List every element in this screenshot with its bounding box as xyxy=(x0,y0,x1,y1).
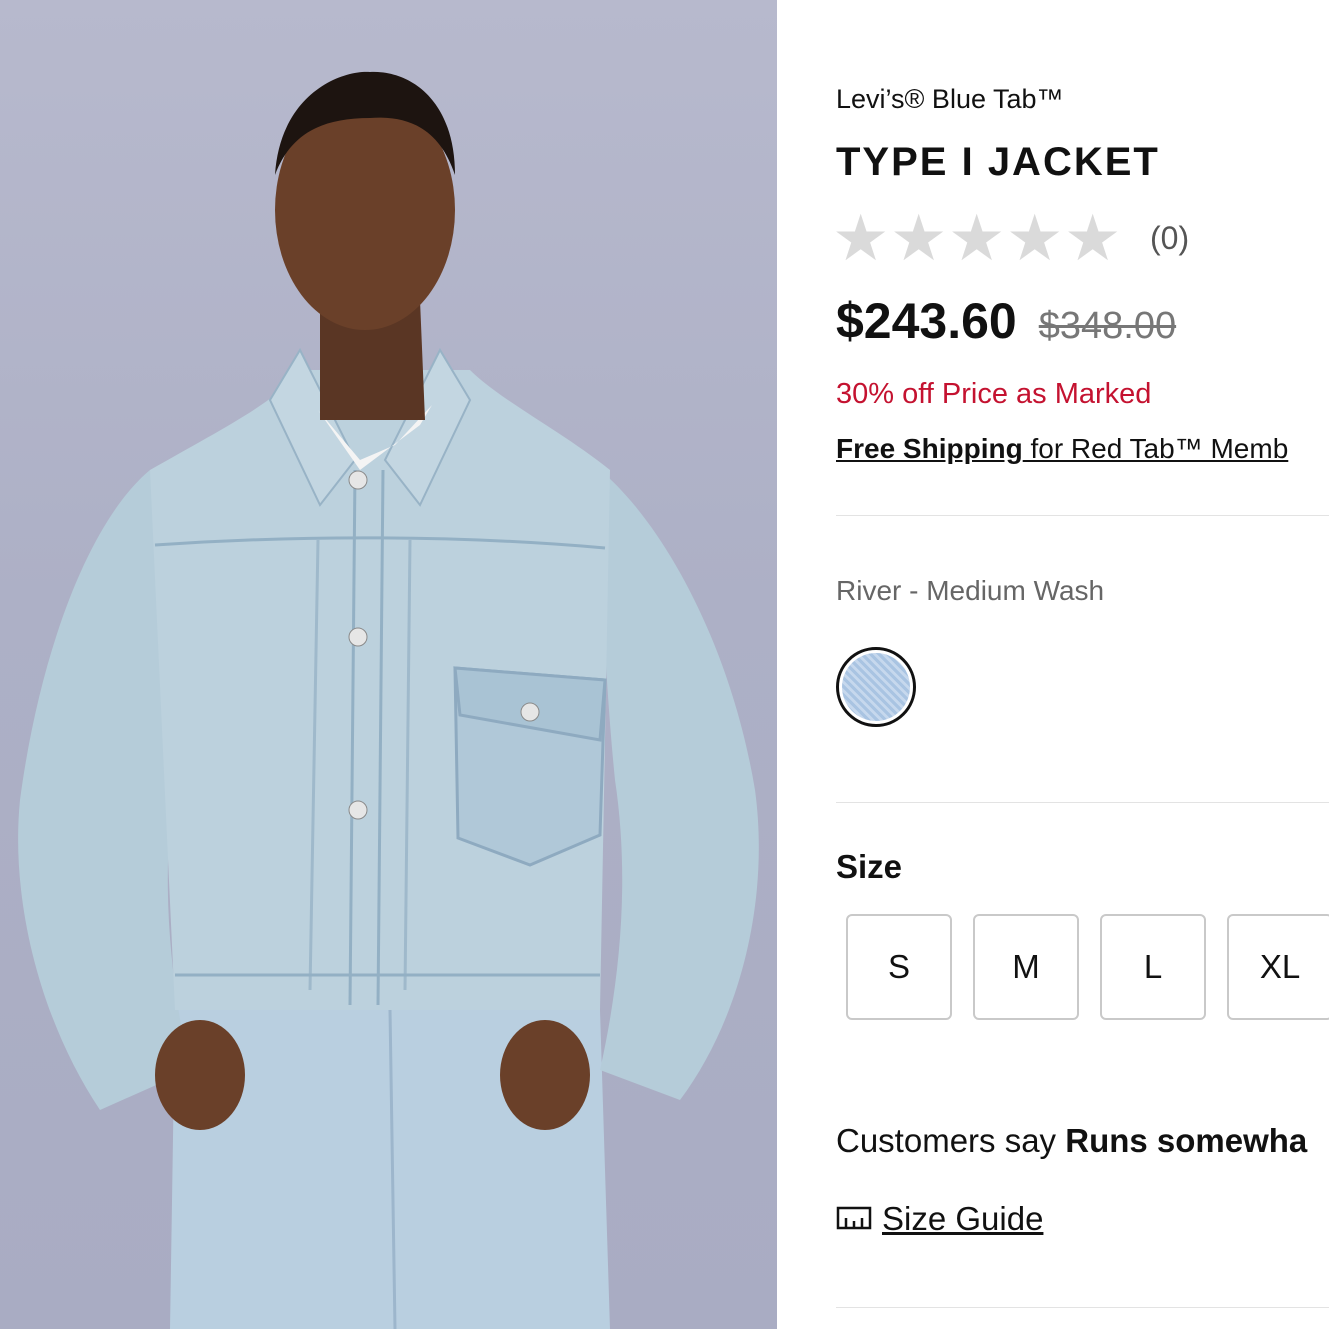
rating[interactable]: ★ ★ ★ ★ ★ (0) xyxy=(832,202,1189,274)
star-icon: ★ xyxy=(1006,202,1064,274)
size-button-m[interactable]: M xyxy=(973,914,1079,1020)
selected-color: River - Medium Wash xyxy=(836,575,1105,606)
star-icon: ★ xyxy=(1064,202,1122,274)
promo-message: 30% off Price as Marked xyxy=(836,378,1152,410)
price: $243.60 $348.00 xyxy=(836,292,1176,350)
color-swatch[interactable] xyxy=(836,647,916,727)
sale-price: $243.60 xyxy=(836,293,1017,349)
brand-name: Levi’s® Blue Tab™ xyxy=(836,84,1064,114)
free-shipping-link[interactable]: Free Shipping xyxy=(836,433,1023,464)
ruler-icon xyxy=(836,1203,872,1236)
shipping-message: Free Shipping for Red Tab™ Memb xyxy=(836,433,1288,465)
swatch-fabric xyxy=(842,653,910,721)
size-label: Size xyxy=(836,848,903,885)
original-price: $348.00 xyxy=(1038,305,1177,347)
size-button-s[interactable]: S xyxy=(846,914,952,1020)
fit-value: Runs somewha xyxy=(1065,1122,1308,1159)
star-icon: ★ xyxy=(890,202,948,274)
size-guide-label: Size Guide xyxy=(882,1200,1044,1237)
divider xyxy=(836,1307,1329,1308)
review-count[interactable]: (0) xyxy=(1150,220,1189,257)
size-options: S M L XL xyxy=(846,914,1329,1020)
star-icon: ★ xyxy=(832,202,890,274)
fit-feedback: Customers say Runs somewha xyxy=(836,1122,1307,1160)
product-image[interactable] xyxy=(0,0,777,1329)
product-title: TYPE I JACKET xyxy=(836,140,1160,184)
fit-prefix: Customers say xyxy=(836,1122,1066,1159)
star-icon: ★ xyxy=(948,202,1006,274)
size-guide-link[interactable]: Size Guide xyxy=(836,1200,1043,1238)
size-button-xl[interactable]: XL xyxy=(1227,914,1329,1020)
model-illustration xyxy=(18,71,759,1329)
product-info-panel: Levi’s® Blue Tab™ TYPE I JACKET ★ ★ ★ ★ … xyxy=(777,0,1329,1329)
shipping-details-link[interactable]: for Red Tab™ Memb xyxy=(1023,433,1288,464)
size-button-l[interactable]: L xyxy=(1100,914,1206,1020)
divider xyxy=(836,515,1329,516)
divider xyxy=(836,802,1329,803)
